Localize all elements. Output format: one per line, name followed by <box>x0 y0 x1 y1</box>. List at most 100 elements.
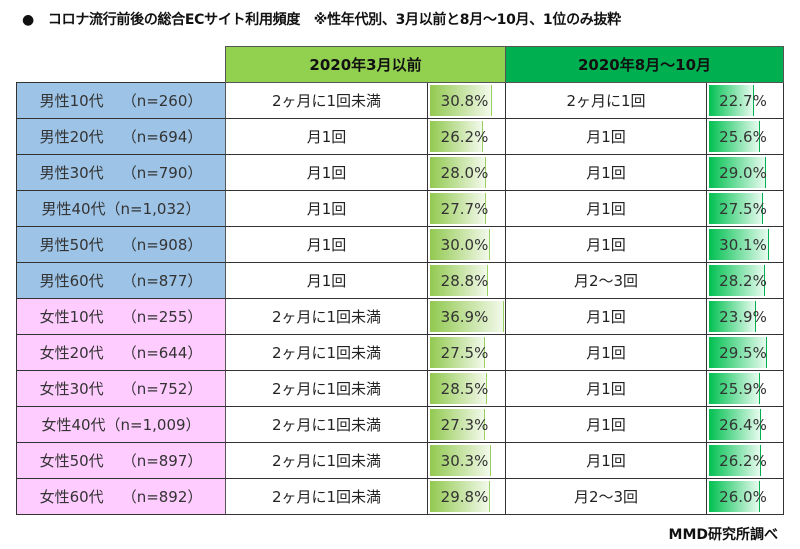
before-march-percent-cell: 29.8% <box>427 478 506 515</box>
before-march-percent-cell: 26.2% <box>427 118 506 155</box>
group-label-cell: 男性30代 （n=790） <box>16 154 226 191</box>
before-march-percent-cell: 27.3% <box>427 406 506 443</box>
before-march-percent: 36.9% <box>440 307 489 326</box>
table-row: 男性20代 （n=694） 月1回 26.2% 月1回 25.6% <box>16 118 784 155</box>
before-march-percent-cell: 30.3% <box>427 442 506 479</box>
group-label-cell: 女性50代 （n=897） <box>16 442 226 479</box>
before-march-percent: 28.0% <box>440 163 489 182</box>
before-march-frequency: 月1回 <box>225 226 428 263</box>
sample-size: （n=694） <box>121 128 203 146</box>
sample-size: （n=790） <box>121 164 203 182</box>
table-row: 女性30代 （n=752） 2ヶ月に1回未満 28.5% 月1回 25.9% <box>16 370 784 407</box>
before-march-percent-cell: 30.0% <box>427 226 506 263</box>
aug-oct-percent-cell: 29.0% <box>706 154 784 191</box>
sample-size: （n=908） <box>121 236 203 254</box>
aug-oct-percent: 27.5% <box>719 199 767 218</box>
header-period-aug-oct: 2020年8月～10月 <box>505 46 784 83</box>
aug-oct-frequency: 月1回 <box>505 406 707 443</box>
aug-oct-frequency: 月1回 <box>505 226 707 263</box>
sample-size: （n=260） <box>121 92 203 110</box>
before-march-frequency: 2ヶ月に1回未満 <box>225 478 428 515</box>
before-march-frequency: 2ヶ月に1回未満 <box>225 298 428 335</box>
before-march-percent: 28.8% <box>440 271 489 290</box>
table-row: 女性50代 （n=897） 2ヶ月に1回未満 30.3% 月1回 26.2% <box>16 442 784 479</box>
header-period-before-march: 2020年3月以前 <box>225 46 506 83</box>
table-row: 女性60代 （n=892） 2ヶ月に1回未満 29.8% 月2～3回 26.0% <box>16 478 784 515</box>
group-label-cell: 男性20代 （n=694） <box>16 118 226 155</box>
aug-oct-percent-cell: 25.9% <box>706 370 784 407</box>
before-march-frequency: 月1回 <box>225 190 428 227</box>
before-march-frequency: 2ヶ月に1回未満 <box>225 406 428 443</box>
aug-oct-percent: 26.0% <box>719 487 767 506</box>
sample-size: （n=255） <box>121 308 203 326</box>
table-row: 女性10代 （n=255） 2ヶ月に1回未満 36.9% 月1回 23.9% <box>16 298 784 335</box>
sample-size: （n=897） <box>121 452 203 470</box>
before-march-percent-cell: 28.0% <box>427 154 506 191</box>
aug-oct-frequency: 月2～3回 <box>505 478 707 515</box>
group-name: 女性40代 <box>41 416 106 434</box>
group-name: 男性30代 <box>39 164 104 182</box>
group-label-cell: 男性10代 （n=260） <box>16 82 226 119</box>
aug-oct-percent: 26.2% <box>719 451 767 470</box>
aug-oct-percent: 23.9% <box>719 307 767 326</box>
aug-oct-percent-cell: 26.4% <box>706 406 784 443</box>
group-name: 男性50代 <box>39 236 104 254</box>
before-march-percent: 26.2% <box>440 127 489 146</box>
before-march-frequency: 2ヶ月に1回未満 <box>225 334 428 371</box>
sample-size: （n=1,009） <box>105 416 201 434</box>
aug-oct-percent-cell: 30.1% <box>706 226 784 263</box>
table-row: 女性40代（n=1,009） 2ヶ月に1回未満 27.3% 月1回 26.4% <box>16 406 784 443</box>
sample-size: （n=752） <box>121 380 203 398</box>
sample-size: （n=877） <box>121 272 203 290</box>
aug-oct-frequency: 月1回 <box>505 190 707 227</box>
table-row: 女性20代 （n=644） 2ヶ月に1回未満 27.5% 月1回 29.5% <box>16 334 784 371</box>
aug-oct-percent-cell: 28.2% <box>706 262 784 299</box>
aug-oct-percent-cell: 26.0% <box>706 478 784 515</box>
aug-oct-frequency: 月1回 <box>505 154 707 191</box>
sample-size: （n=644） <box>121 344 203 362</box>
page-title: ● コロナ流行前後の総合ECサイト利用頻度 ※性年代別、3月以前と8月～10月、1… <box>22 9 621 29</box>
aug-oct-percent: 29.5% <box>719 343 767 362</box>
before-march-percent-cell: 30.8% <box>427 82 506 119</box>
group-name: 女性10代 <box>39 308 104 326</box>
group-name: 男性60代 <box>39 272 104 290</box>
aug-oct-percent: 28.2% <box>719 271 767 290</box>
aug-oct-percent: 25.6% <box>719 127 767 146</box>
aug-oct-frequency: 月1回 <box>505 442 707 479</box>
usage-frequency-table: 2020年3月以前 2020年8月～10月 男性10代 （n=260） 2ヶ月に1回… <box>16 46 784 515</box>
before-march-percent-cell: 27.7% <box>427 190 506 227</box>
table-row: 男性50代 （n=908） 月1回 30.0% 月1回 30.1% <box>16 226 784 263</box>
group-name: 男性40代 <box>41 200 106 218</box>
table-row: 男性30代 （n=790） 月1回 28.0% 月1回 29.0% <box>16 154 784 191</box>
before-march-frequency: 月1回 <box>225 118 428 155</box>
aug-oct-frequency: 月2～3回 <box>505 262 707 299</box>
aug-oct-frequency: 月1回 <box>505 118 707 155</box>
bullet-icon: ● <box>22 12 34 28</box>
before-march-percent-cell: 36.9% <box>427 298 506 335</box>
aug-oct-percent: 25.9% <box>719 379 767 398</box>
aug-oct-percent-cell: 23.9% <box>706 298 784 335</box>
aug-oct-frequency: 2ヶ月に1回 <box>505 82 707 119</box>
aug-oct-percent-cell: 27.5% <box>706 190 784 227</box>
aug-oct-frequency: 月1回 <box>505 370 707 407</box>
before-march-percent: 28.5% <box>440 379 489 398</box>
table-row: 男性10代 （n=260） 2ヶ月に1回未満 30.8% 2ヶ月に1回 22.7% <box>16 82 784 119</box>
before-march-percent: 30.3% <box>440 451 489 470</box>
before-march-percent: 29.8% <box>440 487 489 506</box>
before-march-percent-cell: 27.5% <box>427 334 506 371</box>
before-march-frequency: 2ヶ月に1回未満 <box>225 442 428 479</box>
table-row: 男性60代 （n=877） 月1回 28.8% 月2～3回 28.2% <box>16 262 784 299</box>
before-march-frequency: 2ヶ月に1回未満 <box>225 370 428 407</box>
before-march-percent-cell: 28.5% <box>427 370 506 407</box>
before-march-frequency: 月1回 <box>225 154 428 191</box>
before-march-percent: 27.7% <box>440 199 489 218</box>
before-march-percent: 27.5% <box>440 343 489 362</box>
before-march-percent: 30.8% <box>440 91 489 110</box>
table-row: 男性40代（n=1,032） 月1回 27.7% 月1回 27.5% <box>16 190 784 227</box>
aug-oct-percent-cell: 29.5% <box>706 334 784 371</box>
aug-oct-percent: 26.4% <box>719 415 767 434</box>
sample-size: （n=892） <box>121 488 203 506</box>
group-name: 男性10代 <box>39 92 104 110</box>
group-label-cell: 女性30代 （n=752） <box>16 370 226 407</box>
group-name: 女性60代 <box>39 488 104 506</box>
